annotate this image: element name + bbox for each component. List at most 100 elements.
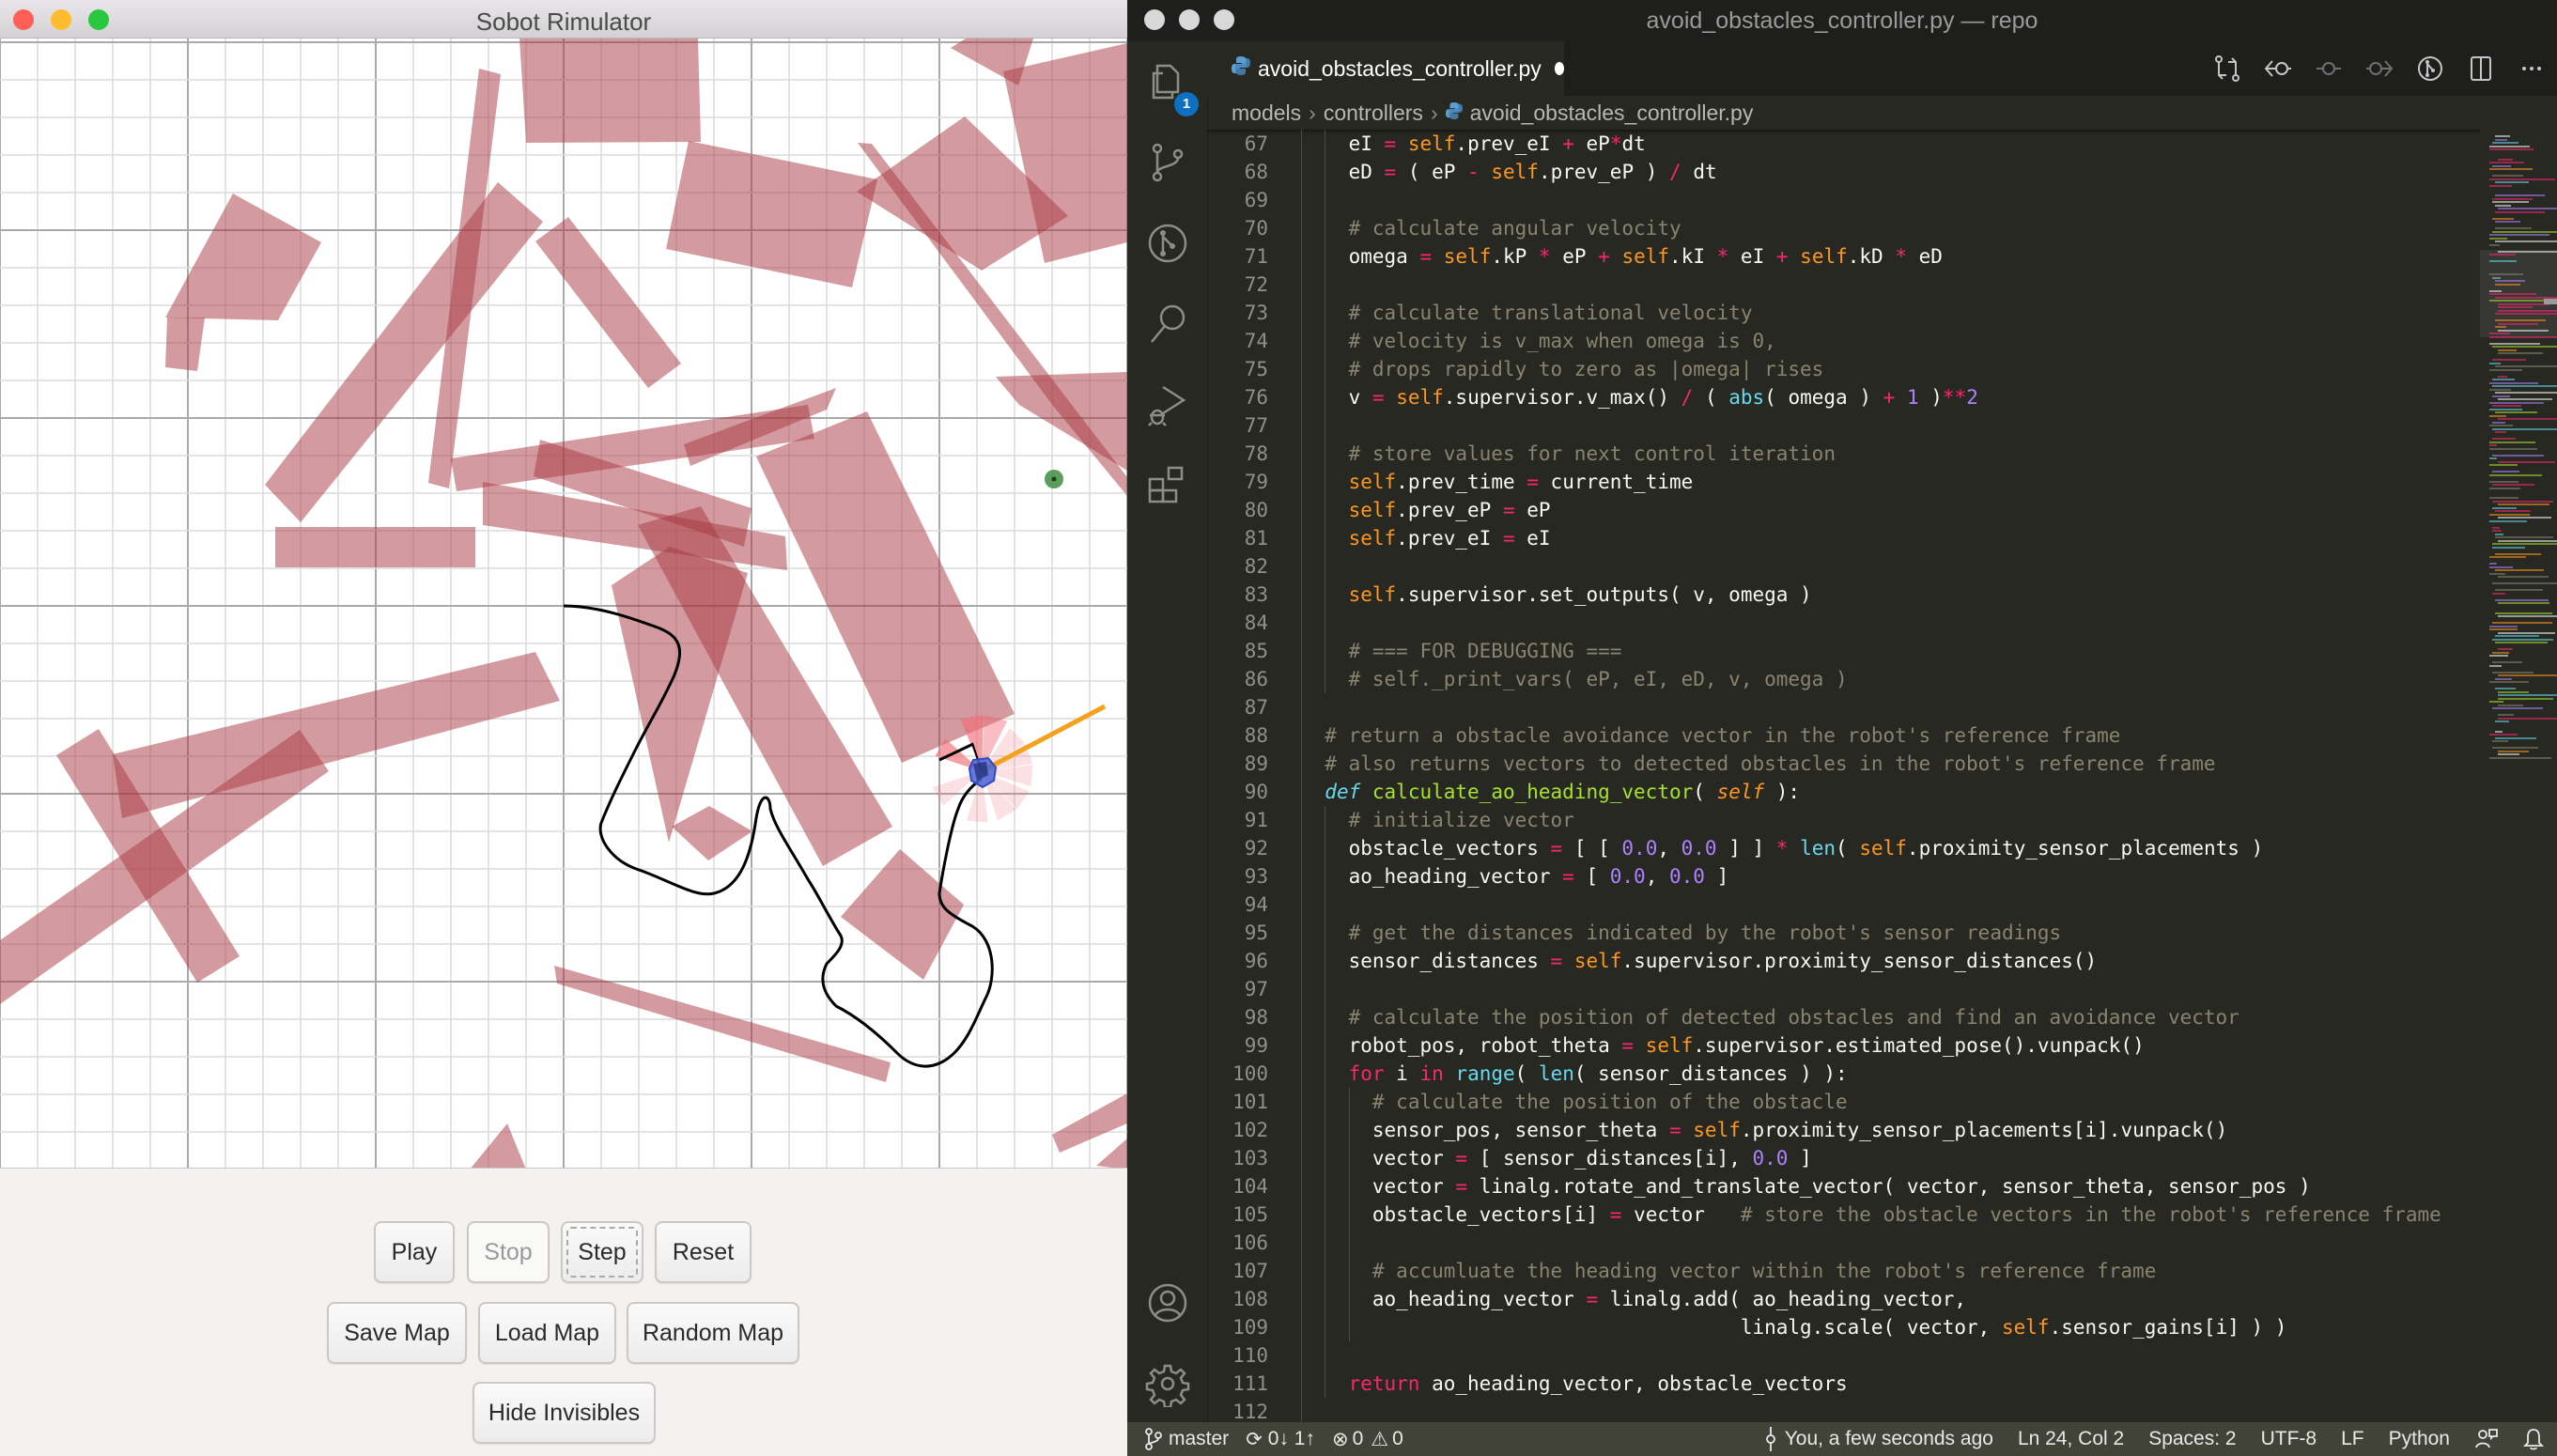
code-line[interactable]: 93 ao_heading_vector = [ 0.0, 0.0 ]: [1207, 862, 2480, 891]
go-forward-icon[interactable]: [2354, 50, 2405, 87]
code-line[interactable]: 96 sensor_distances = self.supervisor.pro…: [1207, 947, 2480, 975]
code-line[interactable]: 97: [1207, 975, 2480, 1003]
code-line[interactable]: 102 sensor_pos, sensor_theta = self.proxi…: [1207, 1116, 2480, 1144]
feedback-icon[interactable]: [2474, 1427, 2499, 1451]
step-button[interactable]: Step: [561, 1221, 643, 1283]
code-line[interactable]: 99 robot_pos, robot_theta = self.supervis…: [1207, 1031, 2480, 1060]
play-button[interactable]: Play: [374, 1221, 455, 1283]
settings-gear-icon[interactable]: [1144, 1360, 1191, 1409]
code-line[interactable]: 98 # calculate the position of detected o…: [1207, 1003, 2480, 1031]
git-graph-toolbar-icon[interactable]: [2405, 50, 2456, 87]
breadcrumb-item[interactable]: avoid_obstacles_controller.py: [1470, 101, 1754, 126]
cursor-position[interactable]: Ln 24, Col 2: [2018, 1428, 2124, 1450]
code-line[interactable]: 76 v = self.supervisor.v_max() / ( abs( o…: [1207, 383, 2480, 411]
language-mode[interactable]: Python: [2389, 1428, 2450, 1450]
code-line[interactable]: 67 eI = self.prev_eI + eP*dt: [1207, 130, 2480, 158]
code-line[interactable]: 107 # accumluate the heading vector withi…: [1207, 1257, 2480, 1285]
search-icon[interactable]: [1144, 301, 1191, 348]
code-line[interactable]: 105 obstacle_vectors[i] = vector # store …: [1207, 1200, 2480, 1229]
code-line[interactable]: 94: [1207, 891, 2480, 919]
breadcrumb-item[interactable]: controllers: [1324, 101, 1423, 126]
code-line[interactable]: 100 for i in range( len( sensor_distances…: [1207, 1060, 2480, 1088]
git-graph-icon[interactable]: [1144, 220, 1191, 267]
code-line[interactable]: 91 # initialize vector: [1207, 806, 2480, 834]
breadcrumb-item[interactable]: models: [1232, 101, 1301, 126]
code-line[interactable]: 80 self.prev_eP = eP: [1207, 496, 2480, 524]
stop-button[interactable]: Stop: [467, 1221, 550, 1283]
code-line[interactable]: 101 # calculate the position of the obsta…: [1207, 1088, 2480, 1116]
minimap[interactable]: [2480, 130, 2557, 1422]
code-line[interactable]: 71 omega = self.kP * eP + self.kI * eI + …: [1207, 242, 2480, 271]
save-map-button[interactable]: Save Map: [327, 1302, 467, 1364]
code-line[interactable]: 106: [1207, 1229, 2480, 1257]
account-icon[interactable]: [1144, 1279, 1191, 1326]
simulation-canvas[interactable]: [0, 39, 1127, 1169]
vertical-scrollbar-thumb[interactable]: [2544, 299, 2557, 304]
code-line[interactable]: 75 # drops rapidly to zero as |omega| ris…: [1207, 355, 2480, 383]
code-line[interactable]: 68 eD = ( eP - self.prev_eP ) / dt: [1207, 158, 2480, 186]
minimap-line: [2498, 250, 2557, 253]
code-line[interactable]: 74 # velocity is v_max when omega is 0,: [1207, 327, 2480, 355]
code-line[interactable]: 69: [1207, 186, 2480, 214]
code-line[interactable]: 104 vector = linalg.rotate_and_translate_…: [1207, 1172, 2480, 1200]
code-line[interactable]: 108 ao_heading_vector = linalg.add( ao_he…: [1207, 1285, 2480, 1313]
indentation[interactable]: Spaces: 2: [2148, 1428, 2236, 1450]
obstacle: [612, 547, 748, 843]
code-line[interactable]: 73 # calculate translational velocity: [1207, 299, 2480, 327]
explorer-icon[interactable]: 1: [1144, 58, 1199, 116]
code-line[interactable]: 92 obstacle_vectors = [ [ 0.0, 0.0 ] ] * …: [1207, 834, 2480, 862]
go-back-icon[interactable]: [2253, 50, 2303, 87]
python-file-icon: [1232, 55, 1250, 82]
minimap-line: [2492, 543, 2557, 545]
code-line[interactable]: 103 vector = [ sensor_distances[i], 0.0 ]: [1207, 1144, 2480, 1172]
random-map-button[interactable]: Random Map: [627, 1302, 799, 1364]
load-map-button[interactable]: Load Map: [478, 1302, 616, 1364]
tab-avoid-obstacles-controller[interactable]: avoid_obstacles_controller.py: [1207, 41, 1564, 96]
run-debug-icon[interactable]: [1144, 381, 1191, 428]
git-blame-indicator[interactable]: You, a few seconds ago: [1764, 1427, 1993, 1451]
code-text: obstacle_vectors[i] = vector # store the…: [1371, 1203, 2441, 1226]
problems-indicator[interactable]: ⊗ 0 ⚠ 0: [1332, 1428, 1403, 1451]
code-line[interactable]: 109 linalg.scale( vector, self.sensor_ga…: [1207, 1313, 2480, 1341]
code-line[interactable]: 84: [1207, 609, 2480, 637]
minimap-line: [2498, 517, 2551, 519]
timeline-dot-icon[interactable]: [2303, 50, 2354, 87]
branch-indicator[interactable]: master: [1144, 1428, 1229, 1450]
end-of-line[interactable]: LF: [2341, 1428, 2364, 1450]
indent-guide: [1301, 186, 1302, 214]
code-line[interactable]: 72: [1207, 271, 2480, 299]
minimap-line: [2489, 408, 2523, 410]
code-line[interactable]: 82: [1207, 552, 2480, 581]
reset-button[interactable]: Reset: [655, 1221, 752, 1283]
code-line[interactable]: 86 # self._print_vars( eP, eI, eD, v, ome…: [1207, 665, 2480, 693]
encoding[interactable]: UTF-8: [2261, 1428, 2317, 1450]
code-line[interactable]: 110: [1207, 1341, 2480, 1370]
code-line[interactable]: 87: [1207, 693, 2480, 721]
minimap-line: [2489, 480, 2518, 483]
code-line[interactable]: 79 self.prev_time = current_time: [1207, 468, 2480, 496]
notifications-bell-icon[interactable]: [2523, 1427, 2544, 1451]
code-line[interactable]: 78 # store values for next control iterat…: [1207, 440, 2480, 468]
split-editor-icon[interactable]: [2456, 50, 2506, 87]
code-line[interactable]: 112: [1207, 1398, 2480, 1422]
source-control-icon[interactable]: [1144, 139, 1191, 186]
code-line[interactable]: 95 # get the distances indicated by the r…: [1207, 919, 2480, 947]
code-line[interactable]: 90 def calculate_ao_heading_vector( self …: [1207, 778, 2480, 806]
more-actions-icon[interactable]: [2506, 50, 2557, 87]
hide-invisibles-button[interactable]: Hide Invisibles: [473, 1382, 656, 1444]
code-line[interactable]: 83 self.supervisor.set_outputs( v, omega …: [1207, 581, 2480, 609]
code-line[interactable]: 70 # calculate angular velocity: [1207, 214, 2480, 242]
sync-indicator[interactable]: ⟳ 0↓ 1↑: [1246, 1428, 1315, 1451]
code-line[interactable]: 89 # also returns vectors to detected obs…: [1207, 750, 2480, 778]
code-line[interactable]: 77: [1207, 411, 2480, 440]
code-line[interactable]: 111 return ao_heading_vector, obstacle_ve…: [1207, 1370, 2480, 1398]
sync-icon: ⟳: [1246, 1428, 1263, 1450]
code-line[interactable]: 81 self.prev_eI = eI: [1207, 524, 2480, 552]
code-line[interactable]: 85 # === FOR DEBUGGING ===: [1207, 637, 2480, 665]
code-editor[interactable]: 67 eI = self.prev_eI + eP*dt 68 eD = ( eP -…: [1207, 130, 2480, 1422]
window-title: Sobot Rimulator: [475, 8, 652, 36]
code-line[interactable]: 88 # return a obstacle avoidance vector i…: [1207, 721, 2480, 750]
open-changes-icon[interactable]: [2202, 50, 2253, 87]
extensions-icon[interactable]: [1144, 462, 1191, 509]
unsaved-changes-dot[interactable]: [1554, 62, 1564, 75]
